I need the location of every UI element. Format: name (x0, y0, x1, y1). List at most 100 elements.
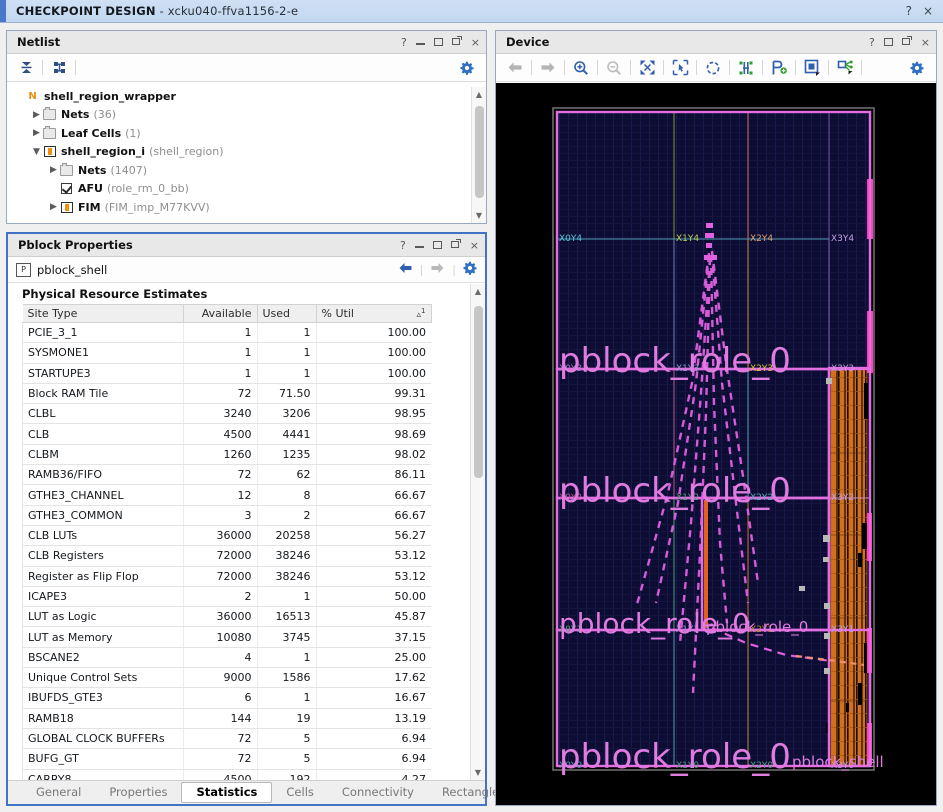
zoom-area-icon[interactable] (669, 58, 691, 78)
table-row[interactable]: GTHE3_COMMON 3 2 66.67 (22, 505, 431, 526)
help-icon[interactable]: ? (401, 37, 407, 48)
tab-connectivity[interactable]: Connectivity (328, 783, 428, 802)
pblock-label: pblock_role_0 (559, 471, 791, 511)
table-row[interactable]: GLOBAL CLOCK BUFFERs 72 5 6.94 (22, 728, 431, 750)
table-row[interactable]: CLB 4500 4441 98.69 (22, 423, 431, 445)
tree-item[interactable]: AFU (role_rm_0_bb) (7, 180, 486, 199)
device-floorplan[interactable]: X0Y4 X1Y4 X2Y4 X3Y4 X0Y3 X1Y3 X2Y3 X3Y3 … (496, 83, 936, 805)
toolbar-separator (75, 60, 76, 75)
table-row[interactable]: Block RAM Tile 72 71.50 99.31 (22, 383, 431, 405)
refresh-icon[interactable] (702, 58, 724, 78)
tree-item[interactable]: Nshell_region_wrapper (7, 87, 486, 106)
forward-arrow-icon[interactable] (430, 262, 445, 277)
tab-properties[interactable]: Properties (95, 783, 181, 802)
resource-estimates-table[interactable]: Site Type Available Used % Util ▵1 PCIE_… (22, 304, 432, 780)
column-header-used[interactable]: Used (257, 304, 317, 323)
gear-icon[interactable] (906, 58, 928, 78)
table-row[interactable]: IBUFDS_GTE3 6 1 16.67 (22, 687, 431, 709)
scroll-thumb[interactable] (474, 306, 483, 478)
cell-util: 100.00 (315, 342, 431, 364)
maximize-icon[interactable] (883, 37, 893, 48)
table-row[interactable]: SYSMONE1 1 1 100.00 (22, 342, 431, 364)
tree-item[interactable]: ▶ Nets (1407) (7, 161, 486, 180)
tree-item[interactable]: ▶ Leaf Cells (1) (7, 124, 486, 143)
cell-util: 56.27 (315, 525, 431, 547)
zoom-in-icon[interactable] (570, 58, 592, 78)
column-header-available[interactable]: Available (183, 304, 258, 323)
table-row[interactable]: BUFG_GT 72 5 6.94 (22, 748, 431, 770)
float-icon[interactable] (901, 35, 912, 48)
column-header-site-type[interactable]: Site Type (22, 304, 184, 323)
scroll-up-icon[interactable]: ▲ (471, 284, 485, 299)
table-row[interactable]: RAMB18 144 19 13.19 (22, 708, 431, 729)
help-icon[interactable]: ? (906, 5, 912, 17)
zoom-out-icon[interactable] (603, 58, 625, 78)
minimize-icon[interactable] (415, 37, 425, 48)
back-arrow-icon[interactable] (504, 58, 526, 78)
tab-general[interactable]: General (22, 783, 95, 802)
collapse-all-icon[interactable] (15, 58, 37, 78)
tree-item[interactable]: ▶ FIM (FIM_imp_M77KVV) (7, 198, 486, 217)
close-icon[interactable]: × (921, 37, 930, 48)
table-row[interactable]: LUT as Logic 36000 16513 45.87 (22, 606, 431, 628)
table-row[interactable]: CLBM 1260 1235 98.02 (22, 444, 431, 466)
chevron-right-icon[interactable]: ▶ (47, 202, 60, 212)
statistics-scrollbar[interactable]: ▲ ▼ (470, 284, 485, 780)
chevron-right-icon[interactable]: ▶ (47, 165, 60, 175)
highlight-icon[interactable] (801, 58, 823, 78)
table-row[interactable]: CARRY8 4500 192 4.27 (22, 769, 431, 780)
minimize-icon[interactable] (414, 240, 424, 251)
scroll-down-icon[interactable]: ▼ (472, 208, 486, 223)
help-icon[interactable]: ? (400, 240, 406, 251)
tree-item-sublabel: (1) (125, 126, 141, 140)
float-icon[interactable] (450, 238, 461, 251)
draw-pblock-icon[interactable] (768, 58, 790, 78)
zoom-fit-icon[interactable] (636, 58, 658, 78)
table-row[interactable]: Unique Control Sets 9000 1586 17.62 (22, 667, 431, 689)
close-icon[interactable]: × (470, 240, 479, 251)
gear-icon[interactable] (456, 58, 478, 78)
scroll-down-icon[interactable]: ▼ (471, 765, 485, 780)
checkbox-icon[interactable] (60, 183, 73, 195)
netlist-scrollbar[interactable]: ▲ ▼ (471, 87, 486, 223)
device-view-canvas[interactable]: X0Y4 X1Y4 X2Y4 X3Y4 X0Y3 X1Y3 X2Y3 X3Y3 … (496, 83, 936, 805)
tree-item[interactable]: ▶ Nets (36) (7, 106, 486, 125)
tree-item-sublabel: (1407) (110, 163, 148, 177)
cell-available: 4500 (182, 769, 257, 780)
tab-cells[interactable]: Cells (272, 783, 328, 802)
table-row[interactable]: CLB LUTs 36000 20258 56.27 (22, 525, 431, 547)
chevron-right-icon[interactable]: ▶ (30, 128, 43, 138)
help-icon[interactable]: ? (869, 37, 875, 48)
table-row[interactable]: PCIE_3_1 1 1 100.00 (22, 322, 431, 344)
table-row[interactable]: Register as Flip Flop 72000 38246 53.12 (22, 566, 431, 587)
gear-icon[interactable] (463, 261, 477, 278)
scroll-thumb[interactable] (475, 106, 484, 198)
scroll-up-icon[interactable]: ▲ (472, 87, 486, 102)
float-icon[interactable] (451, 35, 462, 48)
table-row[interactable]: CLBL 3240 3206 98.95 (22, 403, 431, 425)
tree-item[interactable]: ▼ shell_region_i (shell_region) (7, 143, 486, 162)
table-row[interactable]: STARTUPE3 1 1 100.00 (22, 363, 431, 384)
window-title-sep: - (155, 4, 168, 18)
close-icon[interactable]: × (923, 5, 933, 17)
autofit-selection-icon[interactable] (735, 58, 757, 78)
close-icon[interactable]: × (471, 37, 480, 48)
column-header-util[interactable]: % Util ▵1 (316, 304, 432, 323)
table-row[interactable]: LUT as Memory 10080 3745 37.15 (22, 626, 431, 648)
maximize-icon[interactable] (433, 37, 443, 48)
chevron-right-icon[interactable]: ▶ (30, 110, 43, 120)
forward-arrow-icon[interactable] (537, 58, 559, 78)
table-row[interactable]: CLB Registers 72000 38246 53.12 (22, 545, 431, 567)
expand-selected-icon[interactable] (48, 58, 70, 78)
tab-statistics[interactable]: Statistics (181, 782, 273, 803)
routing-resources-icon[interactable] (834, 58, 856, 78)
table-row[interactable]: BSCANE2 4 1 25.00 (22, 647, 431, 669)
back-arrow-icon[interactable] (398, 262, 413, 277)
chevron-down-icon[interactable]: ▼ (30, 147, 43, 157)
maximize-icon[interactable] (432, 240, 442, 251)
netlist-tree[interactable]: Nshell_region_wrapper ▶ Nets (36) ▶ Leaf Cell… (7, 87, 486, 223)
pblock-tab-bar[interactable]: General Properties Statistics Cells Connecti… (8, 780, 505, 804)
table-row[interactable]: GTHE3_CHANNEL 12 8 66.67 (22, 484, 431, 506)
table-row[interactable]: RAMB36/FIFO 72 62 86.11 (22, 464, 431, 486)
table-row[interactable]: ICAPE3 2 1 50.00 (22, 586, 431, 608)
